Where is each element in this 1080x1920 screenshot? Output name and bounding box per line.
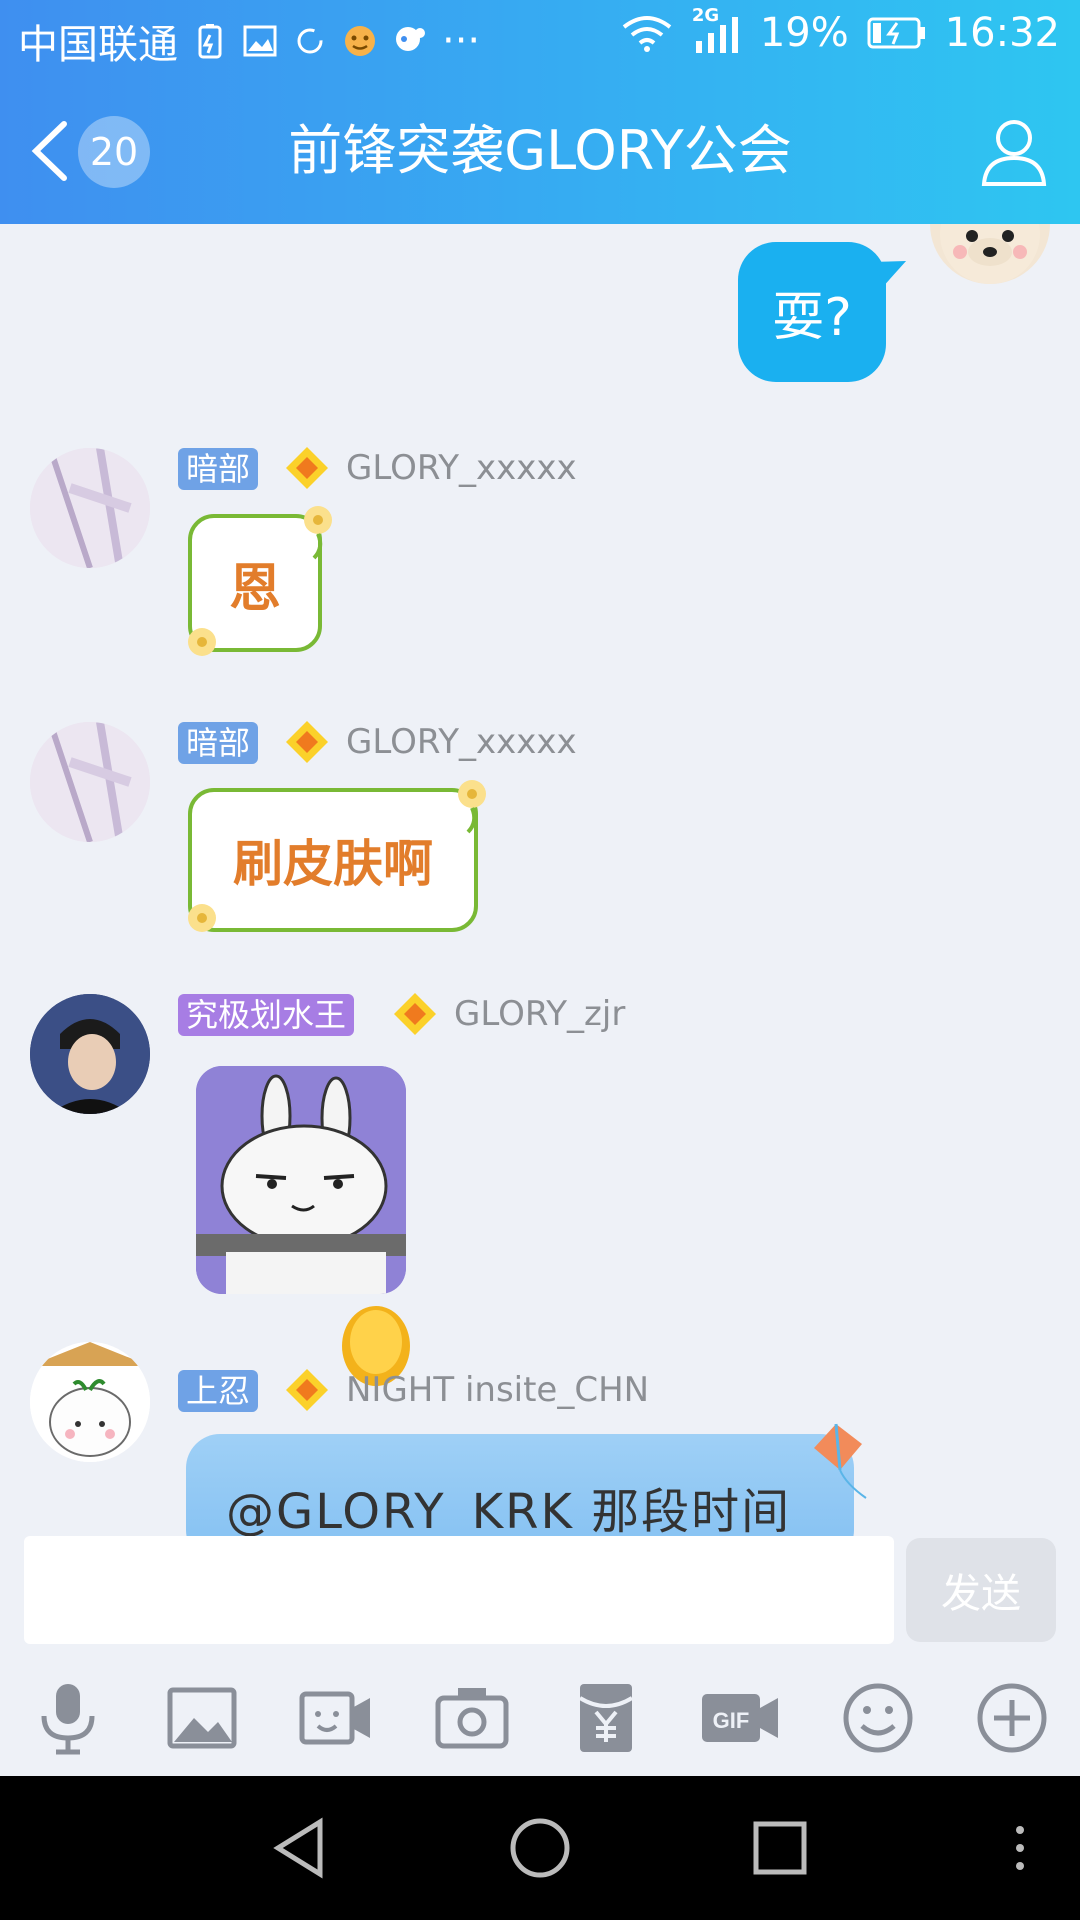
message-text: 恩 [228, 558, 281, 619]
nav-bar: 20 前锋突袭GLORY公会 [0, 96, 1080, 206]
avatar[interactable] [30, 722, 150, 842]
message-text: @GLORY_KRK 那段时间 [226, 1484, 792, 1536]
video-icon[interactable] [296, 1678, 376, 1758]
rank-tag: 暗部 [178, 722, 259, 764]
more-notifications: ··· [442, 18, 481, 64]
chat-title: 前锋突袭GLORY公会 [288, 119, 792, 182]
chat-area[interactable]: 耍? 暗部 GLORY_xxxxx 恩 暗部 GLORY_xxxxx 刷皮肤啊 … [0, 224, 1080, 1536]
battery-alert-icon [198, 24, 222, 59]
flower-decoration-icon [458, 780, 486, 834]
system-nav-bar [0, 1776, 1080, 1920]
send-button[interactable]: 发送 [906, 1538, 1056, 1642]
clock: 16:32 [944, 10, 1060, 56]
image-icon[interactable] [162, 1678, 242, 1758]
flower-decoration-icon [304, 506, 332, 560]
message-text: 刷皮肤啊 [233, 835, 433, 893]
nav-home-icon[interactable] [508, 1816, 572, 1880]
sender-name[interactable]: NIGHT insite_CHN [346, 1370, 649, 1410]
sender-name[interactable]: GLORY_xxxxx [346, 722, 577, 762]
level-diamond-icon [394, 993, 436, 1035]
my-message-bubble[interactable]: 耍? [738, 242, 886, 382]
battery-percent: 19% [759, 10, 849, 56]
sender-name[interactable]: GLORY_xxxxx [346, 448, 577, 488]
rank-tag: 暗部 [178, 448, 259, 490]
red-packet-icon[interactable] [566, 1678, 646, 1758]
rank-tag: 上忍 [178, 1370, 259, 1412]
rank-tag: 究极划水王 [178, 994, 355, 1036]
emoji-icon[interactable] [838, 1678, 918, 1758]
status-bar: 中国联通 ··· 2G 19% 16:32 [0, 0, 1080, 76]
avatar[interactable] [30, 1342, 150, 1462]
level-diamond-icon [286, 447, 328, 489]
battery-icon [867, 17, 925, 49]
message-input[interactable] [24, 1536, 894, 1644]
my-avatar[interactable] [930, 224, 1050, 284]
carrier-label: 中国联通 [18, 22, 178, 68]
app-header: 中国联通 ··· 2G 19% 16:32 20 前锋突袭GLORY公会 [0, 0, 1080, 224]
nav-back-icon[interactable] [268, 1816, 332, 1880]
level-diamond-icon [286, 721, 328, 763]
flower-decoration-icon [188, 628, 216, 656]
bunny-sticker[interactable] [196, 1066, 406, 1294]
svg-text:GIF: GIF [713, 1708, 750, 1733]
back-icon[interactable] [24, 116, 78, 186]
sync-icon [297, 28, 323, 54]
sender-name[interactable]: GLORY_zjr [454, 994, 625, 1034]
wifi-icon [622, 16, 672, 52]
camera-icon[interactable] [432, 1678, 512, 1758]
group-members-icon[interactable] [976, 114, 1052, 190]
level-diamond-icon [286, 1369, 328, 1411]
nav-recents-icon[interactable] [748, 1816, 812, 1880]
kite-decoration-icon [814, 1423, 867, 1499]
avatar[interactable] [30, 448, 150, 568]
input-toolbar: GIF [0, 1660, 1080, 1778]
signal-icon: 2G [692, 5, 742, 55]
plus-icon[interactable] [972, 1678, 1052, 1758]
mic-icon[interactable] [28, 1678, 108, 1758]
avatar[interactable] [30, 994, 150, 1114]
message-bubble[interactable]: 刷皮肤啊 [188, 788, 478, 932]
qq-notification-icon [396, 27, 425, 51]
gif-icon[interactable]: GIF [700, 1678, 780, 1758]
emoji-notification-icon [345, 26, 375, 56]
message-input-bar: 发送 [0, 1536, 1080, 1648]
message-text: 耍? [772, 287, 852, 348]
nav-menu-icon[interactable] [1000, 1816, 1040, 1880]
message-bubble[interactable]: @GLORY_KRK 那段时间 [186, 1434, 854, 1536]
unread-count-badge[interactable]: 20 [78, 116, 150, 188]
flower-decoration-icon [188, 904, 216, 932]
gallery-icon [243, 25, 277, 57]
